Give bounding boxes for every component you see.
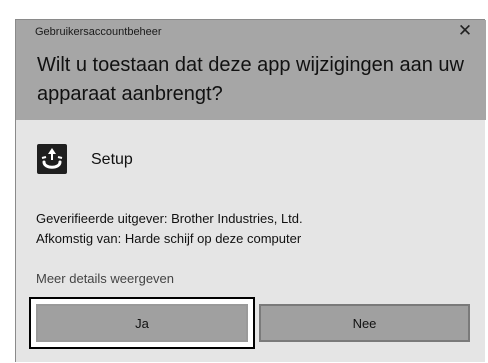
publisher-line: Geverifieerde uitgever: Brother Industri… [36,211,303,226]
origin-line: Afkomstig van: Harde schijf op deze comp… [36,231,302,246]
setup-icon [37,144,67,174]
no-button[interactable]: Nee [259,304,470,342]
yes-button[interactable]: Ja [36,304,248,342]
uac-dialog: Gebruikersaccountbeheer ✕ Wilt u toestaa… [15,19,486,363]
app-name: Setup [91,151,133,168]
dialog-caption: Gebruikersaccountbeheer [35,26,162,38]
publisher-info: Geverifieerde uitgever: Brother Industri… [36,209,303,249]
button-area: Ja Nee [16,296,486,363]
more-details-link[interactable]: Meer details weergeven [36,271,174,286]
dialog-header: Gebruikersaccountbeheer ✕ Wilt u toestaa… [16,20,486,120]
consent-question: Wilt u toestaan dat deze app wijzigingen… [37,54,464,105]
close-icon[interactable]: ✕ [456,21,474,41]
